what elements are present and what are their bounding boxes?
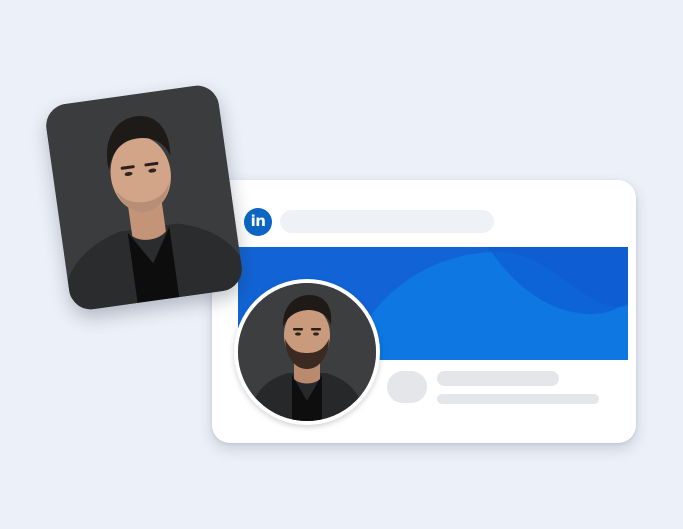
placeholder-name-line	[437, 371, 559, 386]
header-placeholder-bar	[280, 210, 494, 233]
linkedin-icon[interactable]: in	[244, 208, 272, 236]
profile-photo	[238, 283, 376, 421]
placeholder-headline-line	[437, 394, 599, 404]
placeholder-avatar	[387, 371, 427, 403]
avatar[interactable]	[234, 279, 380, 425]
portrait-photo	[43, 82, 245, 313]
linkedin-logo-text: in	[250, 212, 266, 230]
